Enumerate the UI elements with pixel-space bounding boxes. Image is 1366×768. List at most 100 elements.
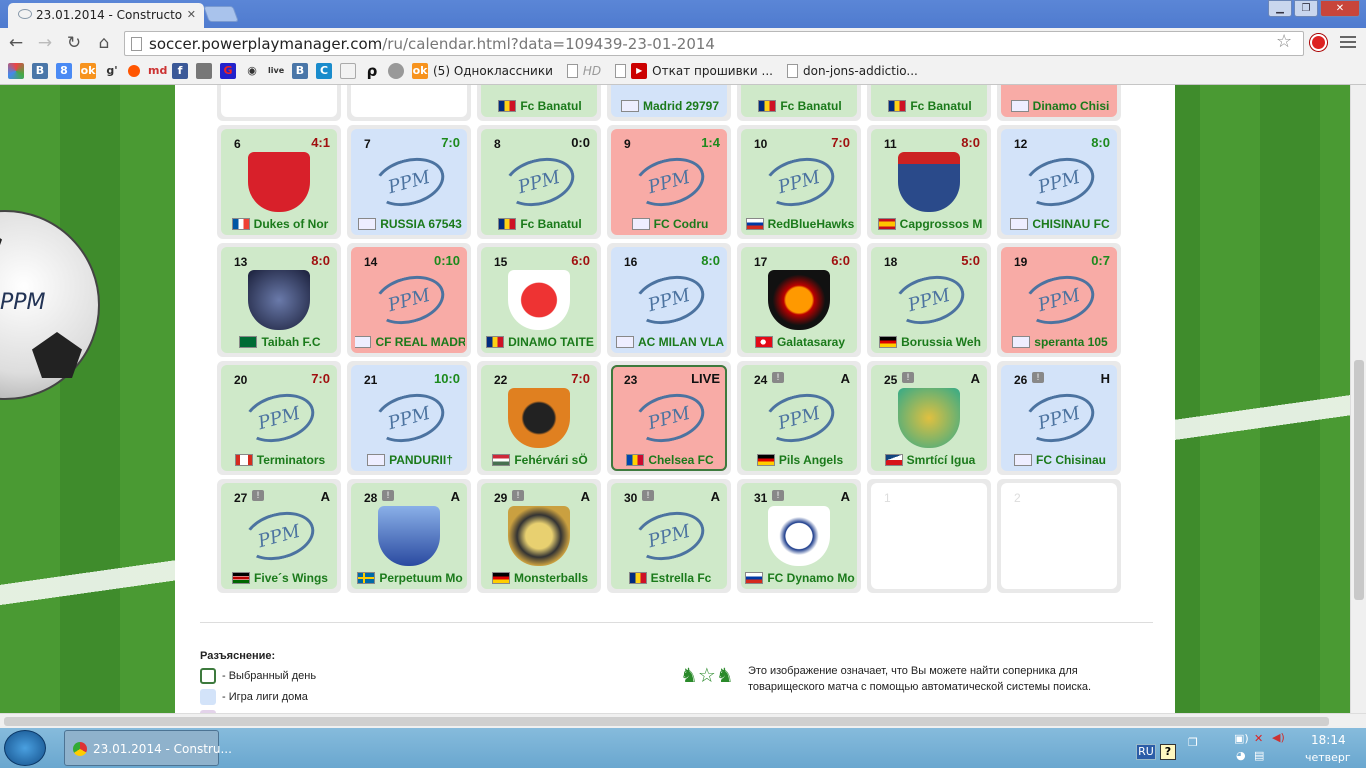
opponent-team[interactable]: speranta 105 bbox=[1005, 335, 1115, 349]
calendar-day-cell[interactable]: 8 0:0 PPM Fc Banatul bbox=[477, 125, 601, 239]
horizontal-scrollbar[interactable] bbox=[0, 713, 1366, 728]
extension-icon[interactable] bbox=[1310, 34, 1327, 51]
bookmark-google-icon[interactable]: 8 bbox=[56, 63, 72, 79]
bookmark-vk-icon[interactable]: В bbox=[32, 63, 48, 79]
match-score[interactable]: 0:0 bbox=[571, 135, 590, 150]
calendar-day-cell[interactable]: 19 0:7 PPM speranta 105 bbox=[997, 243, 1121, 357]
calendar-day-cell[interactable]: 30! A PPM Estrella Fc bbox=[607, 479, 731, 593]
calendar-day-cell[interactable]: 29! A Monsterballs bbox=[477, 479, 601, 593]
bookmark-ppm-icon[interactable] bbox=[340, 63, 356, 79]
message-icon[interactable]: ! bbox=[382, 490, 394, 501]
start-button[interactable] bbox=[4, 730, 46, 766]
opponent-team[interactable]: Five´s Wings bbox=[225, 571, 335, 585]
match-score[interactable]: LIVE bbox=[691, 371, 720, 386]
vertical-scrollbar[interactable] bbox=[1350, 85, 1366, 713]
match-score[interactable]: A bbox=[711, 489, 720, 504]
message-icon[interactable]: ! bbox=[252, 490, 264, 501]
help-icon[interactable]: ? bbox=[1160, 744, 1176, 760]
calendar-day-cell[interactable]: 7 7:0 PPM RUSSIA 67543 bbox=[347, 125, 471, 239]
opponent-team[interactable]: CHISINAU FC bbox=[1005, 217, 1115, 231]
bookmark-don-jons[interactable]: don-jons-addictio... bbox=[786, 64, 918, 78]
match-score[interactable]: 8:0 bbox=[701, 253, 720, 268]
scrollbar-thumb[interactable] bbox=[1354, 360, 1364, 600]
menu-icon[interactable] bbox=[1340, 36, 1356, 51]
calendar-day-cell[interactable]: 23 LIVE PPM Chelsea FC bbox=[607, 361, 731, 475]
calendar-day-cell[interactable]: Dinamo Chisi bbox=[997, 85, 1121, 121]
opponent-team[interactable]: Galatasaray bbox=[745, 335, 855, 349]
match-score[interactable]: 6:0 bbox=[831, 253, 850, 268]
match-score[interactable]: 6:0 bbox=[571, 253, 590, 268]
calendar-day-cell[interactable]: Fc Banatul bbox=[477, 85, 601, 121]
message-icon[interactable]: ! bbox=[772, 372, 784, 383]
scrollbar-thumb[interactable] bbox=[4, 717, 1329, 726]
opponent-team[interactable]: FC Codru bbox=[615, 217, 725, 231]
opponent-team[interactable]: Pils Angels bbox=[745, 453, 855, 467]
calendar-day-cell[interactable]: 20 7:0 PPM Terminators bbox=[217, 361, 341, 475]
opponent-team[interactable]: RedBlueHawks bbox=[745, 217, 855, 231]
opponent-team[interactable]: Fc Banatul bbox=[875, 99, 985, 113]
calendar-day-cell[interactable]: Madrid 29797 bbox=[607, 85, 731, 121]
bookmark-g-icon[interactable]: g' bbox=[104, 63, 120, 79]
opponent-team[interactable]: Capgrossos M bbox=[875, 217, 985, 231]
match-score[interactable]: A bbox=[581, 489, 590, 504]
calendar-day-cell[interactable]: 13 8:0 Taibah F.C bbox=[217, 243, 341, 357]
calendar-day-cell[interactable]: 14 0:10 PPM CF REAL MADR bbox=[347, 243, 471, 357]
match-score[interactable]: A bbox=[841, 489, 850, 504]
reload-icon[interactable]: ↻ bbox=[63, 33, 85, 53]
calendar-day-cell[interactable]: 18 5:0 PPM Borussia Weh bbox=[867, 243, 991, 357]
minimize-button[interactable]: ▁ bbox=[1268, 0, 1292, 17]
bookmark-md-icon[interactable]: md bbox=[148, 63, 167, 79]
calendar-day-cell[interactable]: 21 10:0 PPM PANDURII† bbox=[347, 361, 471, 475]
bookmark-hd[interactable]: HD bbox=[566, 64, 601, 78]
bookmark-vk-icon[interactable]: В bbox=[292, 63, 308, 79]
calendar-day-cell[interactable]: 11 8:0 Capgrossos M bbox=[867, 125, 991, 239]
match-score[interactable]: A bbox=[321, 489, 330, 504]
close-tab-icon[interactable]: ✕ bbox=[187, 8, 196, 21]
calendar-day-cell[interactable]: 6 4:1 Dukes of Nor bbox=[217, 125, 341, 239]
match-score[interactable]: 0:10 bbox=[434, 253, 460, 268]
opponent-team[interactable]: Borussia Weh bbox=[875, 335, 985, 349]
network-icon[interactable]: ▣) bbox=[1234, 732, 1249, 745]
opponent-team[interactable]: Taibah F.C bbox=[225, 335, 335, 349]
calendar-day-cell[interactable]: 31! A FC Dynamo Mo bbox=[737, 479, 861, 593]
match-score[interactable]: 1:4 bbox=[701, 135, 720, 150]
calendar-day-cell[interactable]: 12 8:0 PPM CHISINAU FC bbox=[997, 125, 1121, 239]
new-tab-button[interactable] bbox=[203, 6, 239, 22]
match-score[interactable]: 8:0 bbox=[1091, 135, 1110, 150]
bookmark-icon[interactable] bbox=[388, 63, 404, 79]
maximize-button[interactable]: ❐ bbox=[1294, 0, 1318, 17]
calendar-day-cell[interactable]: 17 6:0 Galatasaray bbox=[737, 243, 861, 357]
bookmark-youtube[interactable]: ▶ Откат прошивки ... bbox=[615, 63, 773, 79]
match-score[interactable]: 8:0 bbox=[311, 253, 330, 268]
calendar-day-cell[interactable]: 24! A PPM Pils Angels bbox=[737, 361, 861, 475]
calendar-day-cell[interactable]: 10 7:0 PPM RedBlueHawks bbox=[737, 125, 861, 239]
message-icon[interactable]: ! bbox=[1032, 372, 1044, 383]
bookmark-star-icon[interactable]: ☆ bbox=[1276, 31, 1292, 52]
bookmark-g-red-icon[interactable]: G bbox=[220, 63, 236, 79]
close-window-button[interactable]: ✕ bbox=[1320, 0, 1360, 17]
match-score[interactable]: A bbox=[971, 371, 980, 386]
opponent-team[interactable]: FC Chisinau bbox=[1005, 453, 1115, 467]
message-icon[interactable]: ! bbox=[642, 490, 654, 501]
opponent-team[interactable]: PANDURII† bbox=[355, 453, 465, 467]
calendar-day-cell[interactable]: 9 1:4 PPM FC Codru bbox=[607, 125, 731, 239]
match-score[interactable]: A bbox=[841, 371, 850, 386]
bookmark-live-icon[interactable]: live bbox=[268, 63, 284, 79]
opponent-team[interactable]: Madrid 29797 bbox=[615, 99, 725, 113]
calendar-day-cell[interactable]: Fc Banatul bbox=[737, 85, 861, 121]
opponent-team[interactable]: DINAMO TAITE bbox=[485, 335, 595, 349]
opponent-team[interactable]: Estrella Fc bbox=[615, 571, 725, 585]
calendar-day-cell[interactable]: 27! A PPM Five´s Wings bbox=[217, 479, 341, 593]
bookmark-icon[interactable] bbox=[8, 63, 24, 79]
opponent-team[interactable]: Perpetuum Mo bbox=[355, 571, 465, 585]
opponent-team[interactable]: Fehérvári sÖ bbox=[485, 453, 595, 467]
bookmark-dot-icon[interactable] bbox=[128, 65, 140, 77]
bookmark-c-icon[interactable]: C bbox=[316, 63, 332, 79]
match-score[interactable]: 7:0 bbox=[441, 135, 460, 150]
match-score[interactable]: 10:0 bbox=[434, 371, 460, 386]
bookmark-ok-icon[interactable]: ok bbox=[80, 63, 96, 79]
calendar-day-cell[interactable]: 15 6:0 DINAMO TAITE bbox=[477, 243, 601, 357]
clock-time[interactable]: 18:14 bbox=[1311, 733, 1346, 747]
calendar-day-cell[interactable]: 22 7:0 Fehérvári sÖ bbox=[477, 361, 601, 475]
match-score[interactable]: H bbox=[1101, 371, 1110, 386]
